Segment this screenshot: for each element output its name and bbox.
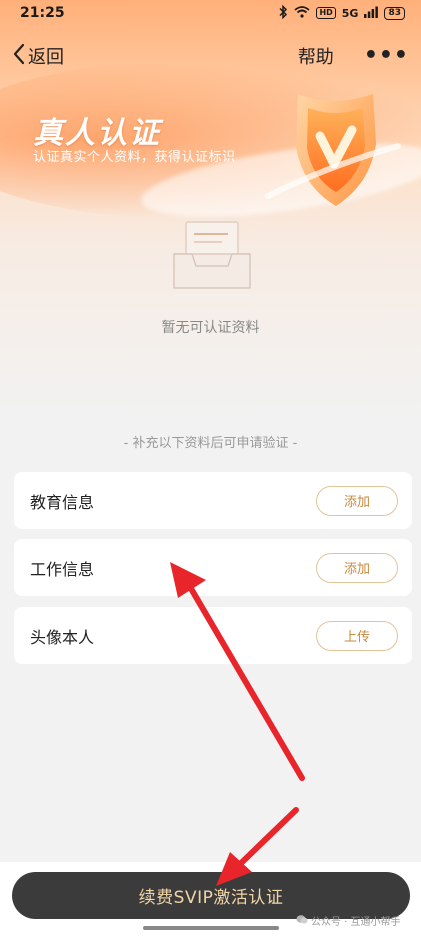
network-label: 5G [341,6,359,20]
renew-svip-button[interactable]: 续费SVIP激活认证 [12,872,410,919]
back-label: 返回 [28,47,64,68]
empty-tray-icon [170,220,254,292]
add-education-button[interactable]: 添加 [316,485,398,516]
watermark: 公众号 · 互通小帮手 [296,913,401,928]
bluetooth-icon [278,4,288,22]
list-item-work: 工作信息 添加 [14,539,412,596]
upload-avatar-button[interactable]: 上传 [316,620,398,651]
empty-state-text: 暂无可认证资料 [161,320,260,336]
list-item-avatar: 头像本人 上传 [14,607,412,664]
watermark-text: 公众号 · 互通小帮手 [311,917,401,928]
battery-icon: 83 [384,6,405,20]
verified-shield-icon [258,86,408,216]
section-hint: - 补充以下资料后可申请验证 - [123,436,298,451]
home-indicator [143,926,279,930]
item-label: 头像本人 [30,627,95,647]
status-icons: HD 5G 83 [278,4,405,22]
help-button[interactable]: 帮助 [298,43,334,69]
more-menu-button[interactable]: ••• [364,45,409,67]
back-button[interactable]: 返回 [12,43,64,70]
list-item-education: 教育信息 添加 [14,472,412,529]
wifi-icon [294,5,311,21]
signal-icon [364,6,379,21]
nav-actions: 帮助 ••• [298,43,409,69]
wechat-icon [296,914,308,928]
status-bar: 21:25 HD 5G 83 [0,0,421,26]
status-time: 21:25 [20,5,65,21]
page-subtitle: 认证真实个人资料，获得认证标识 [33,150,236,165]
hd-badge: HD [316,7,336,19]
add-work-button[interactable]: 添加 [316,552,398,583]
chevron-left-icon [12,43,26,70]
nav-bar: 返回 帮助 ••• [0,38,421,74]
item-label: 教育信息 [30,492,95,512]
item-label: 工作信息 [30,559,95,579]
